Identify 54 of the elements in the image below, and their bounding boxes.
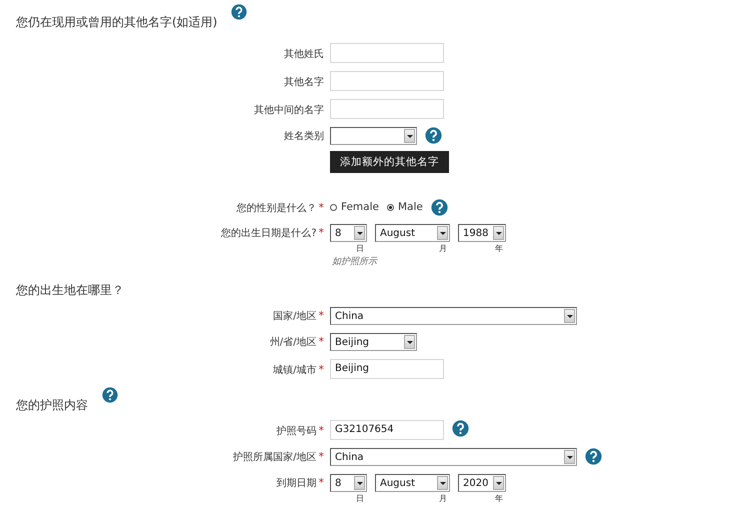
- field-label: 州/省/地区: [270, 336, 316, 349]
- text-field[interactable]: [330, 99, 444, 119]
- field-label: 护照所属国家/地区: [233, 450, 316, 464]
- date-unit-label: 日: [356, 243, 364, 254]
- radio-option[interactable]: Male: [386, 201, 423, 213]
- date-unit-label: 月: [439, 493, 447, 504]
- dropdown[interactable]: 2020: [458, 474, 506, 492]
- field-label: 您的出生日期是什么?: [221, 226, 316, 240]
- help-icon[interactable]: [452, 420, 469, 437]
- help-icon[interactable]: [430, 199, 448, 216]
- required-mark: *: [318, 363, 324, 377]
- field-label: 国家/地区: [273, 310, 316, 323]
- dropdown[interactable]: China: [330, 307, 577, 325]
- dropdown[interactable]: 1988: [458, 224, 506, 242]
- field-label: 姓名类别: [284, 130, 324, 143]
- field-label: 其他名字: [284, 76, 324, 89]
- dropdown[interactable]: 8: [330, 224, 367, 242]
- field-label: 其他姓氏: [284, 48, 324, 61]
- date-unit-label: 年: [495, 493, 503, 504]
- hint-text: 如护照所示: [331, 256, 379, 268]
- dropdown[interactable]: China: [330, 448, 577, 466]
- text-field[interactable]: [330, 43, 444, 63]
- required-mark: *: [318, 424, 324, 438]
- date-unit-label: 日: [356, 493, 364, 504]
- radio-option[interactable]: Female: [330, 201, 379, 213]
- required-mark: *: [318, 309, 324, 323]
- date-unit-label: 年: [495, 243, 503, 254]
- section-title: 您的护照内容: [16, 397, 88, 414]
- required-mark: *: [318, 226, 324, 240]
- required-mark: *: [318, 476, 324, 490]
- required-mark: *: [318, 201, 324, 215]
- field-label: 其他中间的名字: [254, 104, 324, 117]
- section-title: 您的出生地在哪里？: [16, 282, 124, 299]
- text-field[interactable]: [330, 71, 444, 91]
- field-label: 城镇/城市: [273, 364, 316, 377]
- add-name-button[interactable]: 添加额外的其他名字: [330, 151, 449, 173]
- help-icon[interactable]: [231, 4, 248, 20]
- dropdown[interactable]: August: [375, 474, 450, 492]
- dropdown[interactable]: Beijing: [330, 333, 417, 351]
- date-unit-label: 月: [439, 243, 447, 254]
- help-icon[interactable]: [102, 387, 118, 403]
- dropdown[interactable]: 8: [330, 474, 367, 492]
- field-label: 护照号码: [276, 424, 316, 438]
- required-mark: *: [318, 450, 324, 464]
- text-field[interactable]: G32107654: [330, 420, 444, 440]
- field-label: 到期日期: [276, 476, 316, 490]
- section-title: 您仍在现用或曾用的其他名字(如适用): [16, 14, 218, 31]
- help-icon[interactable]: [425, 127, 442, 144]
- dropdown[interactable]: [330, 127, 417, 145]
- help-icon[interactable]: [585, 448, 602, 465]
- text-field[interactable]: Beijing: [330, 359, 444, 379]
- required-mark: *: [318, 335, 324, 349]
- dropdown[interactable]: August: [375, 224, 450, 242]
- field-label: 您的性别是什么？: [236, 202, 316, 215]
